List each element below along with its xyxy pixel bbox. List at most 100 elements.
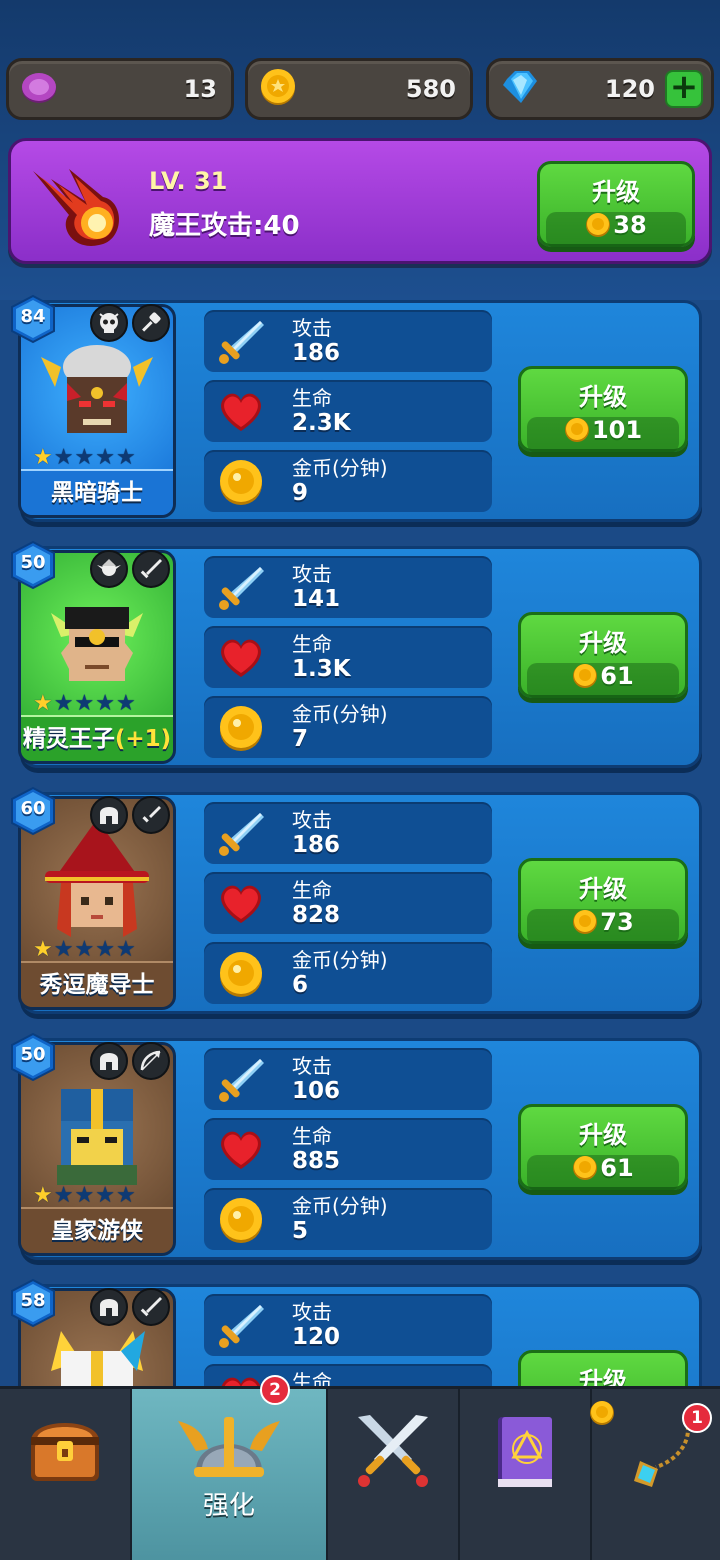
hero-bonus: (+1) (114, 726, 172, 752)
star-icon: ★ (95, 1183, 115, 1208)
hero-stars: ★★★★★ (33, 939, 136, 961)
attack-value: 120 (292, 1324, 341, 1350)
attack-stat: 攻击 141 (204, 556, 492, 618)
nav-upgrade-badge: 2 (260, 1375, 290, 1405)
hero-level-badge: 84 (10, 294, 56, 344)
nav-spellbook[interactable] (460, 1389, 592, 1560)
star-icon: ★ (74, 691, 95, 716)
upgrade-label: 升级 (592, 178, 640, 206)
heart-icon (216, 633, 266, 683)
nav-battle[interactable] (328, 1389, 460, 1560)
gold-coin-icon (573, 664, 598, 688)
purple-orb-icon (19, 67, 59, 111)
sword-icon (216, 1301, 266, 1351)
hero-name-plate: 精灵王子(+1) (21, 715, 173, 761)
bow-icon (132, 1042, 170, 1080)
gold-stat: 金币(分钟) 6 (204, 942, 492, 1004)
hero-level: 50 (20, 1044, 46, 1065)
nav-amulet-badge: 1 (682, 1403, 712, 1433)
nav-treasure-chest[interactable] (0, 1389, 132, 1560)
skull-icon (90, 304, 128, 342)
gold-value: 5 (292, 1218, 309, 1244)
boss-attack-panel: LV. 31 魔王攻击:40 升级 38 (8, 138, 712, 264)
star-icon: ★ (115, 1183, 136, 1208)
star-icon: ★ (115, 445, 136, 470)
crossed-swords-icon (350, 1411, 436, 1495)
star-icon: ★ (95, 691, 115, 716)
nav-upgrade[interactable]: 强化 2 (132, 1375, 328, 1560)
gold-coin-icon (216, 703, 266, 753)
hero-level-badge: 50 (10, 540, 56, 590)
hero-level: 60 (20, 798, 46, 819)
hp-stat: 生命 828 (204, 872, 492, 934)
hp-stat: 生命 1.3K (204, 626, 492, 688)
orb-currency: 13 (6, 58, 234, 120)
hero-name-plate: 秀逗魔导士 (21, 961, 173, 1007)
boss-level: LV. 31 (149, 167, 228, 195)
hero-level: 58 (20, 1290, 46, 1311)
attack-stat: 攻击 120 (204, 1294, 492, 1356)
attack-value: 141 (292, 586, 341, 612)
attack-label: 攻击 (292, 808, 332, 832)
hero-name-plate: 黑暗骑士 (21, 469, 173, 515)
gold-coin-icon (216, 949, 266, 999)
gold-coin-icon (258, 67, 298, 111)
upgrade-label: 升级 (579, 1121, 627, 1149)
sword-icon (216, 809, 266, 859)
upgrade-label: 升级 (579, 875, 627, 903)
add-gems-button[interactable]: + (665, 70, 703, 108)
gold-value: 7 (292, 726, 309, 752)
gold-value: 9 (292, 480, 309, 506)
hp-value: 2.3K (292, 410, 351, 436)
gold-value: 6 (292, 972, 309, 998)
gold-coin-icon (564, 418, 589, 442)
hero-upgrade-button[interactable]: 升级 61 (518, 612, 688, 699)
heart-icon (216, 1125, 266, 1175)
upgrade-cost: 73 (600, 908, 634, 936)
star-icon: ★ (53, 937, 74, 962)
star-icon: ★ (115, 937, 136, 962)
gem-count: 120 (604, 75, 655, 103)
hero-upgrade-button[interactable]: 升级 101 (518, 366, 688, 453)
coin-currency: 580 (245, 58, 473, 120)
attack-stat: 攻击 186 (204, 310, 492, 372)
hero-row: 60 ★ ★ ★ ★ ★ 秀逗魔导士 攻击 186 生命 828 金币(分钟) 6 升级 73 (11, 786, 702, 1014)
dagger-icon (132, 796, 170, 834)
star-icon: ★ (33, 691, 53, 716)
gold-label: 金币(分钟) (292, 456, 388, 480)
nav-upgrade-label: 强化 (202, 1491, 255, 1521)
hammer-icon (132, 304, 170, 342)
hero-name: 精灵王子 (22, 726, 115, 752)
gem-currency: 120 + (486, 58, 714, 120)
hero-upgrade-button[interactable]: 升级 73 (518, 858, 688, 945)
star-icon: ★ (33, 1183, 53, 1208)
attack-stat: 攻击 106 (204, 1048, 492, 1110)
hp-label: 生命 (292, 1124, 332, 1148)
attack-label: 攻击 (292, 1300, 332, 1324)
star-icon: ★ (33, 445, 53, 470)
attack-label: 攻击 (292, 1054, 332, 1078)
winged-helmet-icon (174, 1411, 284, 1491)
hero-level-badge: 50 (10, 1032, 56, 1082)
hero-stars: ★★★★★ (33, 693, 136, 715)
hero-name: 皇家游侠 (51, 1218, 143, 1244)
hero-row: 50 ★ ★ ★ ★ ★ 皇家游侠 攻击 106 生命 885 金币(分钟) 5 升级 61 (11, 1032, 702, 1260)
hp-label: 生命 (292, 632, 332, 656)
helmet-icon (90, 1042, 128, 1080)
coin-count: 580 (405, 75, 456, 103)
star-icon: ★ (95, 445, 115, 470)
boss-upgrade-button[interactable]: 升级 38 (537, 161, 695, 248)
helmet-icon (90, 796, 128, 834)
attack-value: 186 (292, 832, 341, 858)
hero-stars: ★★★★★ (33, 1185, 136, 1207)
hp-value: 885 (292, 1148, 341, 1174)
star-icon: ★ (53, 1183, 74, 1208)
gold-coin-icon (586, 213, 611, 237)
hero-upgrade-button[interactable]: 升级 61 (518, 1104, 688, 1191)
gold-coin-icon (573, 910, 598, 934)
hero-row: 50 ★ ★ ★ ★ ★ 精灵王子(+1) 攻击 141 生命 1.3K 金币(分钟) 7 升级 61 (11, 540, 702, 768)
orb-count: 13 (183, 75, 217, 103)
elf-icon (90, 550, 128, 588)
hero-level: 84 (20, 306, 46, 327)
gold-stat: 金币(分钟) 7 (204, 696, 492, 758)
